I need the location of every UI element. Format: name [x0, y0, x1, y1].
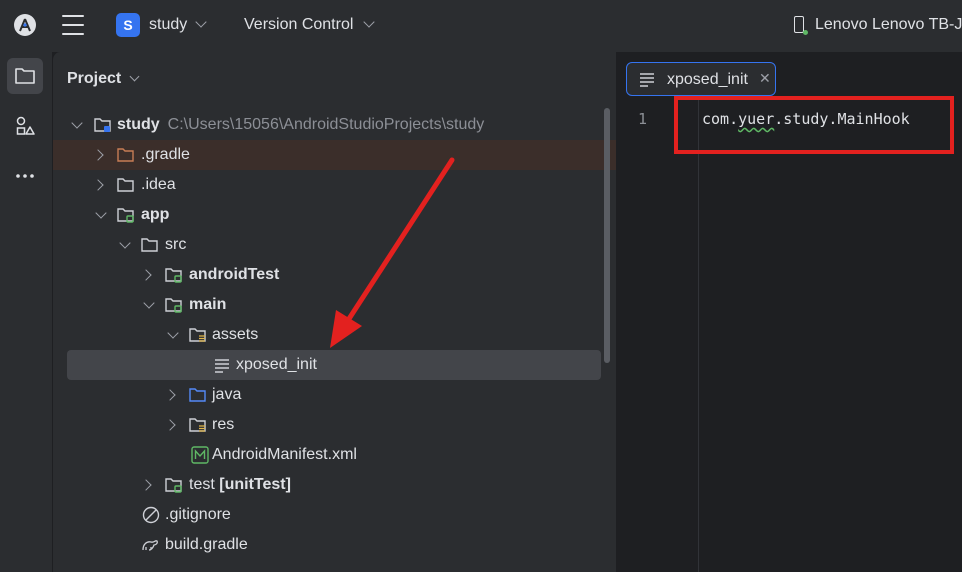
tree-row-gitignore[interactable]: .gitignore	[53, 500, 616, 530]
expand-arrow-icon[interactable]	[140, 479, 152, 491]
source-set-suffix: [unitTest]	[219, 476, 291, 493]
main-menu-icon[interactable]	[62, 15, 84, 35]
tree-scrollbar[interactable]	[604, 108, 610, 363]
text-file-icon	[640, 73, 654, 87]
version-control-menu[interactable]: Version Control	[244, 16, 353, 34]
source-set-folder-icon	[165, 478, 182, 493]
expand-arrow-icon[interactable]	[164, 389, 176, 401]
expand-arrow-icon[interactable]	[167, 327, 179, 339]
tree-label: app	[141, 206, 170, 223]
expand-arrow-icon[interactable]	[119, 237, 131, 249]
tree-label: res	[212, 416, 235, 433]
android-studio-logo-icon[interactable]	[14, 14, 36, 36]
tree-row-app[interactable]: app	[53, 200, 616, 230]
tree-label: src	[165, 236, 187, 253]
shapes-icon	[16, 116, 35, 135]
device-status-dot	[803, 30, 808, 35]
tree-row-idea[interactable]: .idea	[53, 170, 616, 200]
close-icon[interactable]: ✕	[759, 70, 771, 87]
tree-label: AndroidManifest.xml	[212, 446, 357, 463]
tree-label: java	[212, 386, 242, 403]
folder-icon	[117, 178, 134, 192]
tree-label: .gradle	[141, 146, 190, 163]
tree-row-main[interactable]: main	[53, 290, 616, 320]
project-tool-window: Project study C:\Users\15056\AndroidStudi…	[52, 52, 616, 572]
more-icon	[16, 174, 34, 178]
excluded-folder-icon	[117, 148, 134, 162]
gitignore-file-icon	[142, 506, 160, 524]
tree-label: .gitignore	[165, 506, 231, 523]
gradle-file-icon	[142, 540, 158, 551]
tree-label: androidTest	[189, 266, 280, 283]
folder-icon	[15, 68, 35, 84]
folder-icon	[141, 238, 158, 252]
chevron-down-icon[interactable]	[129, 71, 140, 82]
expand-arrow-icon[interactable]	[164, 419, 176, 431]
project-tool-button[interactable]	[7, 58, 43, 94]
tree-row-java[interactable]: java	[53, 380, 616, 410]
tree-row-study[interactable]: study C:\Users\15056\AndroidStudioProject…	[53, 110, 616, 140]
tree-row-manifest[interactable]: AndroidManifest.xml	[53, 440, 616, 470]
tree-row-androidtest[interactable]: androidTest	[53, 260, 616, 290]
tree-label: xposed_init	[236, 356, 317, 373]
resource-manager-button[interactable]	[7, 108, 43, 144]
tree-label: test [unitTest]	[189, 476, 291, 493]
line-number: 1	[638, 110, 648, 128]
tree-label: assets	[212, 326, 259, 343]
manifest-file-icon	[191, 446, 209, 464]
more-tools-button[interactable]	[7, 158, 43, 194]
tree-label: main	[189, 296, 227, 313]
resources-folder-icon	[189, 328, 206, 342]
source-set-folder-icon	[165, 268, 182, 283]
device-selector[interactable]: Lenovo Lenovo TB-J7	[815, 16, 962, 34]
expand-arrow-icon[interactable]	[143, 297, 155, 309]
module-folder-icon	[117, 208, 134, 223]
project-badge[interactable]: S	[116, 13, 140, 37]
source-set-folder-icon	[165, 298, 182, 313]
chevron-down-icon[interactable]	[363, 16, 375, 28]
tree-row-test[interactable]: test [unitTest]	[53, 470, 616, 500]
tree-row-res[interactable]: res	[53, 410, 616, 440]
tree-row-gradle[interactable]: .gradle	[53, 140, 616, 170]
panel-title[interactable]: Project	[67, 70, 121, 88]
text-file-icon	[215, 359, 229, 373]
tree-row-src[interactable]: src	[53, 230, 616, 260]
project-selector[interactable]: study	[149, 16, 187, 34]
tree-label: study C:\Users\15056\AndroidStudioProject…	[117, 116, 485, 133]
tool-window-strip	[0, 52, 52, 572]
editor-pane: xposed_init ✕ 1 com.yuer.study.MainHook	[622, 52, 962, 572]
gutter-divider	[698, 100, 699, 572]
tab-label: xposed_init	[667, 71, 748, 88]
expand-arrow-icon[interactable]	[92, 149, 104, 161]
tree-label: build.gradle	[165, 536, 248, 553]
expand-arrow-icon[interactable]	[95, 207, 107, 219]
tree-label: .idea	[141, 176, 176, 193]
expand-arrow-icon[interactable]	[71, 117, 83, 129]
editor-tab-xposed-init[interactable]: xposed_init ✕	[626, 62, 776, 96]
expand-arrow-icon[interactable]	[92, 179, 104, 191]
expand-arrow-icon[interactable]	[140, 269, 152, 281]
source-folder-icon	[189, 388, 206, 402]
annotation-highlight-box	[674, 96, 954, 154]
module-folder-icon	[94, 118, 111, 132]
tree-row-xposed-init[interactable]: xposed_init	[67, 350, 601, 380]
tree-row-assets[interactable]: assets	[53, 320, 616, 350]
path-hint: C:\Users\15056\AndroidStudioProjects\stu…	[167, 116, 485, 133]
resources-folder-icon	[189, 418, 206, 432]
tree-row-build-gradle[interactable]: build.gradle	[53, 530, 616, 560]
chevron-down-icon[interactable]	[195, 16, 207, 28]
title-bar: S study Version Control Lenovo Lenovo TB…	[0, 0, 962, 52]
